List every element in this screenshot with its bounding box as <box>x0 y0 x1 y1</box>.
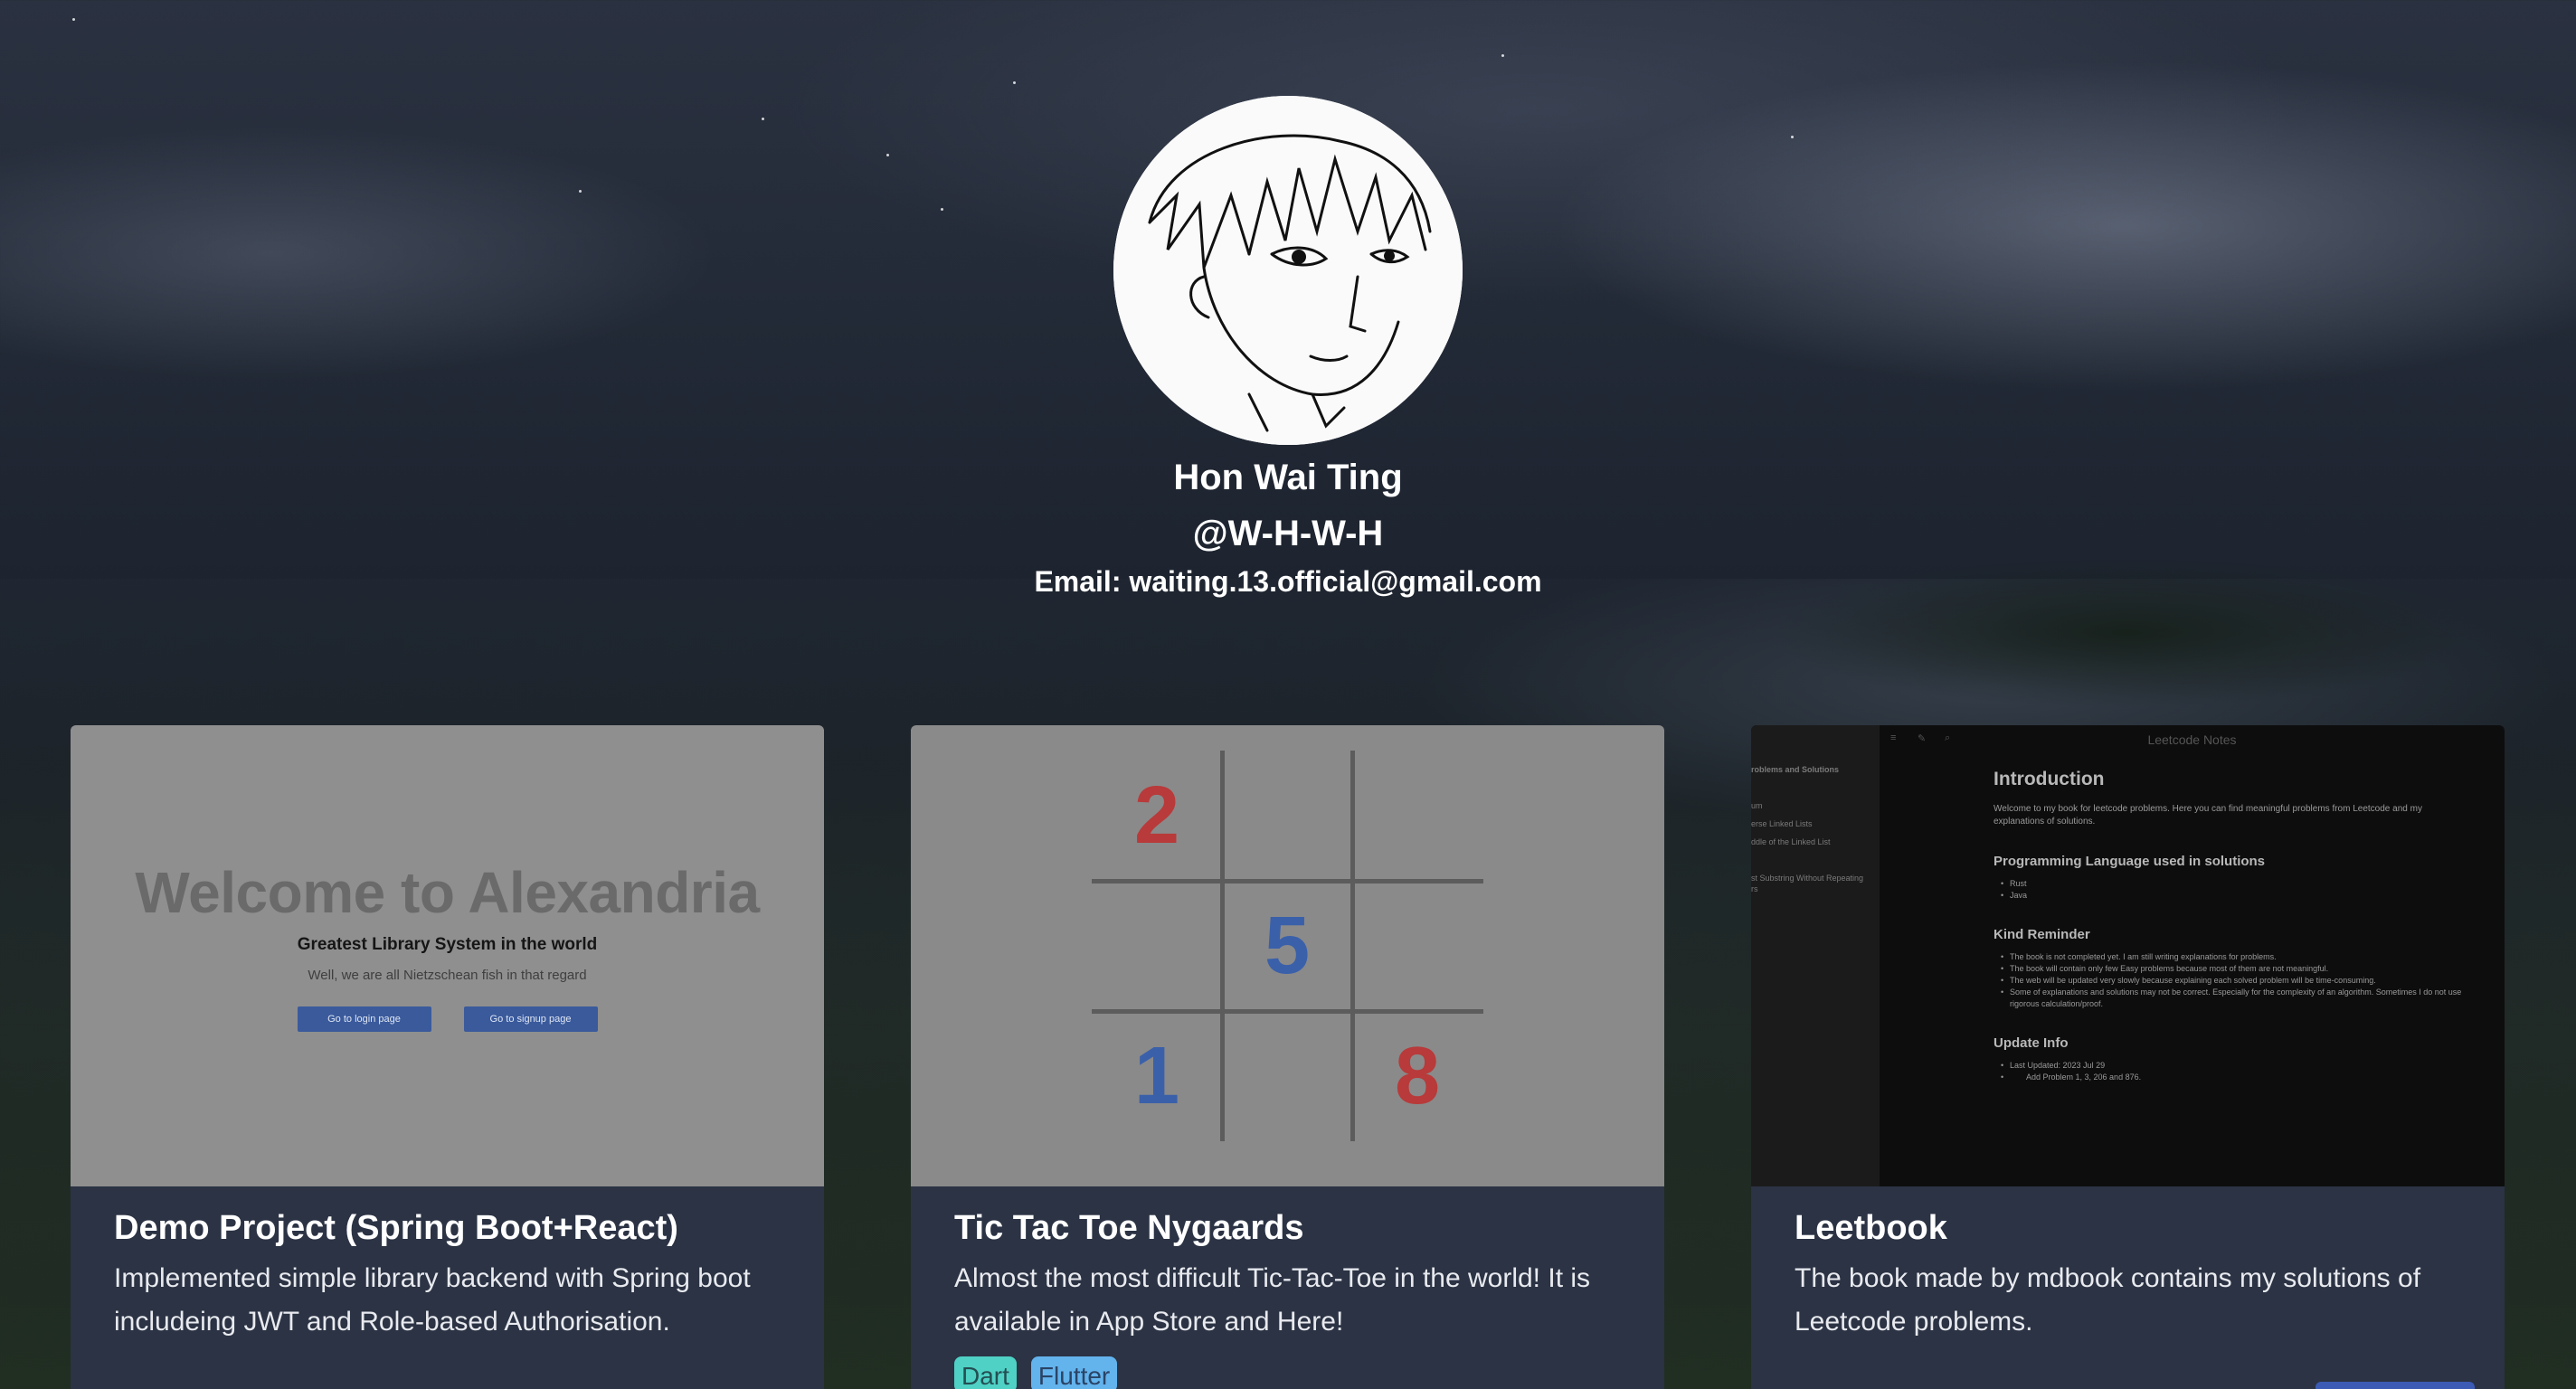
project-thumbnail[interactable]: roblems and Solutions um erse Linked Lis… <box>1751 725 2505 1186</box>
preview-lang-item: Rust <box>1994 878 2464 890</box>
preview-lang-heading: Programming Language used in solutions <box>1994 854 2266 869</box>
ttt-cell: 2 <box>1133 770 1180 861</box>
preview-intro-heading: Introduction <box>1994 769 2105 789</box>
star <box>72 18 75 21</box>
profile-handle: @W-H-W-H <box>1192 514 1384 553</box>
project-thumbnail[interactable]: Welcome to Alexandria Greatest Library S… <box>71 725 824 1186</box>
project-description: Implemented simple library backend with … <box>114 1263 751 1337</box>
preview-reminder-item: The book will contain only few Easy prob… <box>1994 963 2464 975</box>
card-body: Demo Project (Spring Boot+React) Impleme… <box>71 1186 824 1344</box>
preview-sidebar-item: um <box>1751 801 1763 810</box>
ttt-cell <box>1352 751 1482 881</box>
preview-tagline: Well, we are all Nietzschean fish in tha… <box>308 968 587 983</box>
project-description: The book made by mdbook contains my solu… <box>1795 1263 2421 1337</box>
avatar-drawing <box>1113 96 1463 445</box>
preview-update-item: Add Problem 1, 3, 206 and 876. <box>1994 1072 2464 1083</box>
preview-sidebar-item: roblems and Solutions <box>1751 765 1840 774</box>
avatar <box>1113 96 1463 445</box>
project-thumbnail[interactable]: 2 5 1 8 <box>911 725 1664 1186</box>
project-title[interactable]: Leetbook <box>1795 1205 2461 1252</box>
profile-header: Hon Wai Ting @W-H-W-H Email: waiting.13.… <box>0 96 2576 604</box>
card-body: Tic Tac Toe Nygaards Almost the most dif… <box>911 1186 1664 1389</box>
preview-reminder-item: The book is not completed yet. I am stil… <box>1994 951 2464 963</box>
project-description: Almost the most difficult Tic-Tac-Toe in… <box>954 1263 1591 1337</box>
preview-sidebar: roblems and Solutions um erse Linked Lis… <box>1751 725 1880 1186</box>
preview-sidebar-item: st Substring Without Repeating <box>1751 874 1864 883</box>
preview-sidebar-item: ddle of the Linked List <box>1751 837 1831 846</box>
preview-buttons: Go to login page Go to signup page <box>297 1006 598 1032</box>
profile-email[interactable]: Email: waiting.13.official@gmail.com <box>1034 559 1541 604</box>
preview-reminder-heading: Kind Reminder <box>1994 927 2090 942</box>
ttt-cell <box>1222 1011 1352 1141</box>
leetbook-link-button[interactable] <box>2316 1382 2475 1389</box>
ttt-cell: 5 <box>1264 900 1311 991</box>
preview-reminder-item: The web will be updated very slowly beca… <box>1994 975 2464 987</box>
preview-reminder-item: Some of explanations and solutions may n… <box>1994 987 2464 1010</box>
project-title[interactable]: Tic Tac Toe Nygaards <box>954 1205 1621 1252</box>
project-card-tictactoe[interactable]: 2 5 1 8 Tic Tac Toe Nygaards Almost the … <box>911 725 1664 1389</box>
ttt-cell: 1 <box>1133 1030 1180 1121</box>
tag-flutter[interactable]: Flutter <box>1030 1356 1118 1389</box>
preview-lang-item: Java <box>1994 890 2464 902</box>
preview-heading: Welcome to Alexandria <box>135 860 760 925</box>
preview-signup-button: Go to signup page <box>463 1006 598 1032</box>
star <box>1013 81 1016 84</box>
ttt-cell: 8 <box>1394 1030 1441 1121</box>
card-body: Leetbook The book made by mdbook contain… <box>1751 1186 2505 1344</box>
preview-content: Introduction Welcome to my book for leet… <box>1994 769 2464 1083</box>
preview-sidebar-item: erse Linked Lists <box>1751 819 1813 828</box>
tag-dart[interactable]: Dart <box>954 1356 1017 1389</box>
project-card-demo[interactable]: Welcome to Alexandria Greatest Library S… <box>71 725 824 1389</box>
project-cards: Welcome to Alexandria Greatest Library S… <box>71 725 2505 1389</box>
ttt-cell <box>1092 881 1222 1011</box>
preview-update-item: Last Updated: 2023 Jul 29 <box>1994 1060 2464 1072</box>
profile-name: Hon Wai Ting <box>1173 458 1403 497</box>
preview-login-button: Go to login page <box>297 1006 431 1032</box>
tag-list: Dart Flutter <box>954 1356 1621 1389</box>
ttt-cell <box>1352 881 1482 1011</box>
project-card-leetbook[interactable]: roblems and Solutions um erse Linked Lis… <box>1751 725 2505 1389</box>
star <box>1501 54 1504 57</box>
ttt-cell <box>1222 751 1352 881</box>
preview-intro-text: Welcome to my book for leetcode problems… <box>1994 804 2422 827</box>
preview-window-title: Leetcode Notes <box>2147 732 2237 747</box>
project-title[interactable]: Demo Project (Spring Boot+React) <box>114 1205 781 1252</box>
preview-sidebar-item: rs <box>1751 884 1758 893</box>
preview-subheading: Greatest Library System in the world <box>297 935 598 954</box>
preview-toolbar: ≡ ✎ ⌕ Leetcode Notes <box>1880 725 2505 752</box>
preview-update-heading: Update Info <box>1994 1035 2069 1051</box>
